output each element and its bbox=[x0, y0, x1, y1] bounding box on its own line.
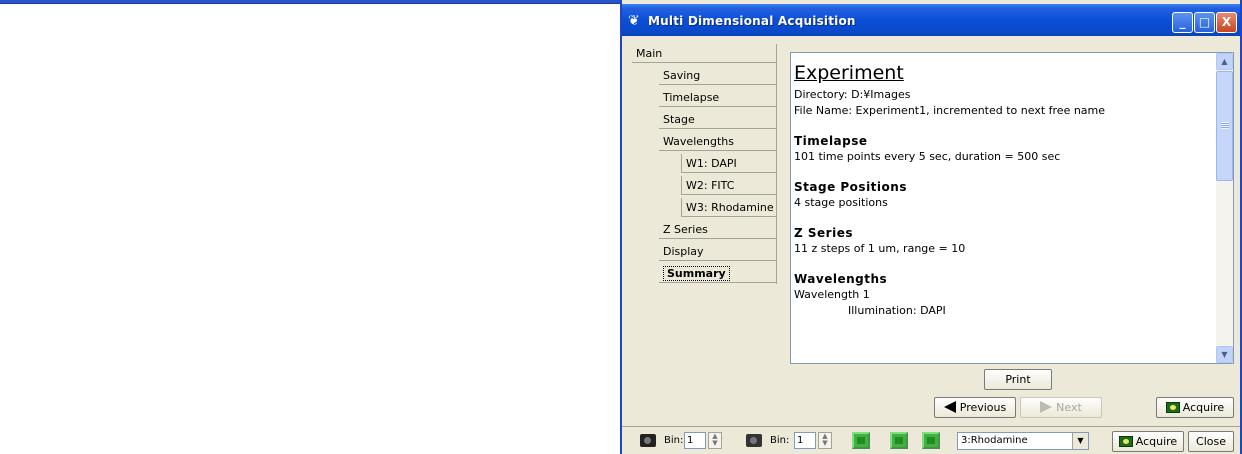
tree-item-summary[interactable]: Summary bbox=[659, 264, 777, 283]
timelapse-line: 101 time points every 5 sec, duration = … bbox=[794, 150, 1061, 163]
next-label: Next bbox=[1056, 401, 1082, 414]
timelapse-heading: Timelapse bbox=[794, 134, 868, 148]
window-title: Multi Dimensional Acquisition bbox=[648, 14, 856, 28]
scroll-down-button[interactable]: ▼ bbox=[1216, 346, 1233, 363]
scroll-up-button[interactable]: ▲ bbox=[1216, 53, 1233, 70]
bin-input-2[interactable]: 1 bbox=[794, 432, 816, 449]
z-series-heading: Z Series bbox=[794, 226, 853, 240]
previous-label: Previous bbox=[959, 401, 1007, 414]
green-toggle-1[interactable] bbox=[852, 432, 870, 449]
close-button[interactable]: Close bbox=[1188, 431, 1234, 452]
butterfly-icon: ❦ bbox=[628, 13, 640, 29]
tree-item-w1-dapi[interactable]: W1: DAPI bbox=[681, 154, 777, 173]
print-button[interactable]: Print bbox=[984, 369, 1052, 390]
green-toggle-2[interactable] bbox=[890, 432, 908, 449]
bin-label-2: Bin: bbox=[770, 435, 790, 446]
tree-item-wavelengths[interactable]: Wavelengths bbox=[659, 132, 777, 151]
tree-item-saving[interactable]: Saving bbox=[659, 66, 777, 85]
file-name-line: File Name: Experiment1, incremented to n… bbox=[794, 104, 1106, 117]
acquire-button[interactable]: Acquire bbox=[1156, 397, 1234, 418]
play-icon[interactable] bbox=[746, 434, 762, 447]
wavelength-1-line: Wavelength 1 bbox=[794, 288, 870, 301]
acquire-bottom-button[interactable]: Acquire bbox=[1112, 431, 1184, 452]
tree-item-w3-rhodamine[interactable]: W3: Rhodamine bbox=[681, 198, 777, 217]
navigation-tree: Main Saving Timelapse Stage Wavelengths … bbox=[632, 44, 782, 419]
acquire-bottom-icon bbox=[1118, 436, 1133, 447]
experiment-heading: Experiment bbox=[794, 62, 904, 84]
tree-item-timelapse[interactable]: Timelapse bbox=[659, 88, 777, 107]
illumination-line: Illumination: DAPI bbox=[848, 304, 946, 317]
background-window-titlebar-edge bbox=[0, 0, 620, 4]
bin-input-1[interactable]: 1 bbox=[684, 432, 706, 449]
summary-text: Experiment Directory: D:¥Images File Nam… bbox=[794, 61, 1212, 319]
vertical-scrollbar[interactable]: ▲ ▼ bbox=[1216, 53, 1233, 363]
bin-spinner-1[interactable]: ▲ ▼ bbox=[708, 432, 722, 449]
chevron-down-icon[interactable]: ▼ bbox=[1072, 433, 1088, 449]
tree-item-w2-fitc[interactable]: W2: FITC bbox=[681, 176, 777, 195]
arrow-right-icon bbox=[1040, 401, 1053, 413]
acquire-bottom-label: Acquire bbox=[1135, 435, 1178, 448]
z-series-line: 11 z steps of 1 um, range = 10 bbox=[794, 242, 966, 255]
tree-item-summary-label: Summary bbox=[663, 266, 730, 281]
stage-line: 4 stage positions bbox=[794, 196, 888, 209]
previous-button[interactable]: Previous bbox=[934, 397, 1016, 418]
bin-spinner-2[interactable]: ▲ ▼ bbox=[818, 432, 832, 449]
close-window-button[interactable]: X bbox=[1216, 12, 1237, 33]
green-toggle-3[interactable] bbox=[922, 432, 940, 449]
wavelength-select-value: 3:Rhodamine bbox=[961, 435, 1028, 446]
mda-window: ❦ Multi Dimensional Acquisition _ □ X Ma… bbox=[620, 0, 1242, 454]
titlebar[interactable]: ❦ Multi Dimensional Acquisition _ □ X bbox=[622, 4, 1240, 36]
tree-item-z-series[interactable]: Z Series bbox=[659, 220, 777, 239]
tree-item-display[interactable]: Display bbox=[659, 242, 777, 261]
bottom-toolbar: Bin: 1 ▲ ▼ Bin: 1 ▲ ▼ 3:Rhodamine ▼ Acquir… bbox=[622, 426, 1240, 454]
maximize-button[interactable]: □ bbox=[1194, 12, 1215, 33]
wavelengths-heading: Wavelengths bbox=[794, 272, 888, 286]
minimize-button[interactable]: _ bbox=[1172, 12, 1193, 33]
next-button[interactable]: Next bbox=[1020, 397, 1102, 418]
tree-item-main[interactable]: Main bbox=[632, 44, 777, 63]
scroll-thumb[interactable] bbox=[1216, 71, 1233, 181]
wavelength-select[interactable]: 3:Rhodamine ▼ bbox=[957, 432, 1089, 450]
summary-panel[interactable]: Experiment Directory: D:¥Images File Nam… bbox=[790, 52, 1234, 364]
camera-icon[interactable] bbox=[640, 434, 656, 447]
acquire-icon bbox=[1165, 402, 1180, 413]
directory-line: Directory: D:¥Images bbox=[794, 88, 911, 101]
bin-label-1: Bin: bbox=[664, 435, 684, 446]
arrow-left-icon bbox=[943, 401, 956, 413]
acquire-label: Acquire bbox=[1182, 401, 1225, 414]
stage-heading: Stage Positions bbox=[794, 180, 907, 194]
tree-item-stage[interactable]: Stage bbox=[659, 110, 777, 129]
